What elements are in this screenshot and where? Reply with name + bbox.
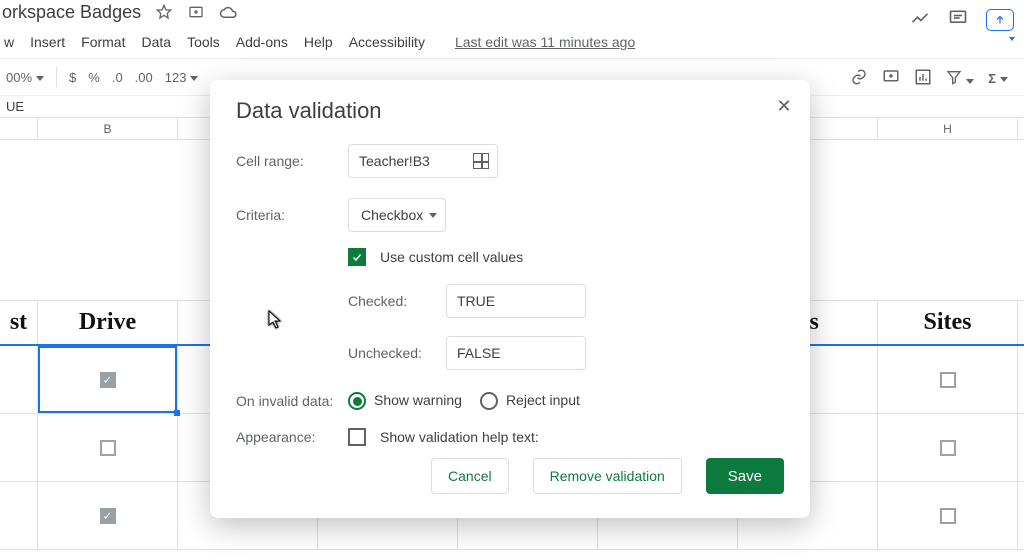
data-validation-dialog: Data validation ✕ Cell range: Teacher!B3…: [210, 80, 810, 518]
move-icon[interactable]: [187, 3, 205, 21]
menu-item[interactable]: Insert: [30, 34, 65, 50]
checkbox-unchecked-icon[interactable]: [940, 440, 956, 456]
select-range-icon[interactable]: [473, 153, 489, 169]
star-icon[interactable]: [155, 3, 173, 21]
hdr-drive[interactable]: Drive: [38, 301, 178, 344]
checkbox-unchecked-icon[interactable]: [940, 372, 956, 388]
col-hdr-h[interactable]: H: [878, 118, 1018, 139]
checked-input[interactable]: TRUE: [446, 284, 586, 318]
menu-item[interactable]: w: [4, 34, 14, 50]
appearance-label: Appearance:: [236, 429, 348, 445]
cancel-button[interactable]: Cancel: [431, 458, 509, 494]
cloud-icon[interactable]: [219, 3, 237, 21]
menu-bar: w Insert Format Data Tools Add-ons Help …: [0, 28, 1024, 56]
checked-label: Checked:: [348, 293, 426, 309]
menu-item[interactable]: Format: [81, 34, 125, 50]
menu-item[interactable]: Accessibility: [349, 34, 425, 50]
save-button[interactable]: Save: [706, 458, 784, 494]
criteria-label: Criteria:: [236, 207, 348, 223]
menu-item[interactable]: Tools: [187, 34, 220, 50]
checkbox-unchecked-icon[interactable]: [100, 440, 116, 456]
chart-icon[interactable]: [914, 68, 932, 89]
menu-item[interactable]: Add-ons: [236, 34, 288, 50]
close-icon[interactable]: ✕: [772, 94, 796, 118]
show-warning-radio[interactable]: [348, 392, 366, 410]
decrease-decimals-btn[interactable]: .0: [112, 70, 123, 85]
doc-title-bar: orkspace Badges: [0, 0, 1024, 24]
number-format-btn[interactable]: 123: [165, 70, 199, 85]
cell-range-input[interactable]: Teacher!B3: [348, 144, 498, 178]
dialog-title: Data validation: [236, 98, 784, 124]
zoom-select[interactable]: 00%: [6, 70, 44, 85]
use-custom-label: Use custom cell values: [380, 249, 523, 265]
unchecked-label: Unchecked:: [348, 345, 426, 361]
remove-validation-button[interactable]: Remove validation: [533, 458, 682, 494]
show-help-checkbox[interactable]: [348, 428, 366, 446]
menu-item[interactable]: Data: [141, 34, 171, 50]
currency-btn[interactable]: $: [69, 70, 76, 85]
reject-input-radio[interactable]: [480, 392, 498, 410]
on-invalid-label: On invalid data:: [236, 393, 348, 409]
menu-item[interactable]: Help: [304, 34, 333, 50]
comment-insert-icon[interactable]: [882, 68, 900, 89]
link-icon[interactable]: [850, 68, 868, 89]
col-hdr-b[interactable]: B: [38, 118, 178, 139]
criteria-select[interactable]: Checkbox: [348, 198, 446, 232]
checkbox-unchecked-icon[interactable]: [940, 508, 956, 524]
show-help-label: Show validation help text:: [380, 429, 539, 445]
checkbox-checked-icon[interactable]: ✓: [100, 508, 116, 524]
unchecked-input[interactable]: FALSE: [446, 336, 586, 370]
increase-decimals-btn[interactable]: .00: [135, 70, 153, 85]
percent-btn[interactable]: %: [88, 70, 100, 85]
cell-range-label: Cell range:: [236, 153, 348, 169]
use-custom-checkbox[interactable]: [348, 248, 366, 266]
last-edit-link[interactable]: Last edit was 11 minutes ago: [455, 34, 635, 50]
selected-cell[interactable]: ✓: [38, 346, 178, 413]
hdr-sites[interactable]: Sites: [878, 301, 1018, 344]
filter-icon[interactable]: [946, 69, 974, 88]
doc-title[interactable]: orkspace Badges: [2, 2, 141, 23]
checkbox-checked-icon[interactable]: ✓: [100, 372, 116, 388]
functions-icon[interactable]: Σ: [988, 71, 1008, 86]
